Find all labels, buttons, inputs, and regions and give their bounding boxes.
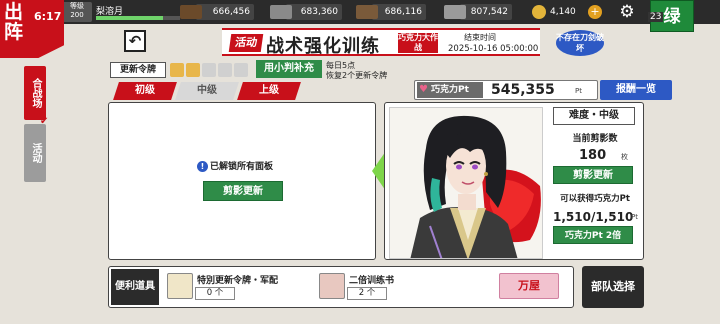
item-name: 二倍训练书 [349, 276, 395, 286]
unlock-message: ! 已解锁所有面板 [197, 159, 273, 172]
token-full-icon [186, 63, 200, 77]
tools-bar: 便利道具 特別更新令牌・军配 0 个 二倍训练书 2 个 万屋 [108, 266, 574, 308]
event-subtitle: 巧克力大作战 [398, 33, 438, 53]
item-qty: 2 个 [347, 287, 387, 300]
tab-beginner[interactable]: 初级 [113, 82, 177, 100]
refill-token-button[interactable]: 用小判补充 [256, 60, 322, 78]
resource-steel: 683,360 [270, 4, 342, 20]
token-label: 更新令牌 [110, 62, 166, 78]
war-fan-token-icon [167, 273, 193, 299]
item-double-book[interactable]: 二倍训练书 2 个 [319, 271, 429, 303]
resource-value: 686,116 [384, 7, 422, 17]
tab-label: 上级 [259, 85, 279, 96]
coolant-icon [356, 5, 378, 19]
resource-coolant: 686,116 [356, 4, 426, 20]
current-silhouette-row: 180 枚 [549, 148, 641, 164]
token-icons [170, 62, 252, 78]
panel-board: ! 已解锁所有面板 剪影更新 [108, 102, 376, 260]
end-time-value: 2025-10-16 05:00:00 [448, 44, 539, 54]
character-portrait [389, 107, 543, 259]
panel-info: 难度・中级 当前剪影数 180 枚 剪影更新 可以获得巧克力Pt 1,510/1… [549, 107, 641, 244]
add-coin-icon[interactable]: + [588, 5, 602, 19]
item-qty: 0 个 [195, 287, 235, 300]
reward-list-button[interactable]: 报酬一览 [600, 80, 672, 100]
difficulty-label: 难度・中级 [553, 107, 635, 125]
choco-value: 545,355 [491, 82, 555, 98]
side-tab-event[interactable]: 活动 [24, 124, 46, 182]
event-title: 战术强化训练 [266, 36, 380, 57]
double-points-button[interactable]: 巧克力Pt 2倍 [553, 226, 633, 244]
silhouette-update-button-2[interactable]: 剪影更新 [553, 166, 633, 184]
no-sword-break-badge: 不存在刀剑破坏 [556, 30, 604, 56]
training-book-icon [319, 273, 345, 299]
resource-value: 666,456 [212, 7, 250, 17]
current-silhouette-value: 180 [579, 148, 607, 163]
side-tab-battlefield[interactable]: 合战场 [24, 66, 46, 120]
settings-gear-icon[interactable]: ⚙ [616, 2, 638, 22]
tab-label: 中级 [197, 85, 217, 96]
tab-label: 初级 [135, 85, 155, 96]
obtainable-points-row: 1,510/1,510 Pt [549, 210, 641, 224]
exp-bar-fill [96, 16, 164, 20]
notification-count: 23 [648, 12, 664, 22]
choco-label: ♥ 巧克力Pt [417, 82, 483, 98]
player-info: 等级 200 梨溶月 [62, 2, 180, 22]
current-silhouette-unit: 枚 [621, 153, 628, 161]
sortie-badge: 出阵 6:17 [0, 0, 64, 58]
player-level-value: 200 [70, 11, 84, 19]
steel-icon [270, 5, 292, 19]
heart-icon: ♥ [419, 84, 428, 95]
shop-button[interactable]: 万屋 [499, 273, 559, 299]
coin-display: 4,140 + [532, 4, 622, 20]
character-illustration [410, 115, 541, 258]
event-banner: 活动 战术强化训练 巧克力大作战 结束时间 2025-10-16 05:00:0… [222, 28, 540, 57]
resource-whetstone: 807,542 [444, 4, 512, 20]
exp-bar [96, 16, 180, 20]
tab-intermediate[interactable]: 中级 [175, 82, 239, 100]
item-name: 特別更新令牌・军配 [197, 276, 279, 286]
choco-unit: Pt [575, 87, 582, 95]
charcoal-icon [180, 5, 202, 19]
token-empty-icon [202, 63, 216, 77]
back-arrow-icon: ↶ [128, 32, 142, 50]
obtainable-points-value: 1,510/1,510 [553, 210, 634, 224]
info-icon: ! [197, 161, 208, 172]
whetstone-icon [444, 5, 466, 19]
choco-points: ♥ 巧克力Pt 545,355 Pt [414, 80, 598, 100]
current-silhouette-label: 当前剪影数 [572, 134, 618, 144]
token-info-line2: 恢复2个更新令牌 [326, 71, 388, 80]
choco-label-text: 巧克力Pt [431, 85, 469, 95]
back-button[interactable]: ↶ [124, 30, 146, 52]
obtainable-points-unit: Pt [631, 213, 638, 221]
resource-value: 807,542 [470, 7, 508, 17]
team-select-button[interactable]: 部队选择 [582, 266, 644, 308]
player-level-label: 等级 [70, 2, 84, 10]
resource-value: 683,360 [300, 7, 338, 17]
token-empty-icon [234, 63, 248, 77]
character-panel: 难度・中级 当前剪影数 180 枚 剪影更新 可以获得巧克力Pt 1,510/1… [384, 102, 644, 260]
obtainable-points-label: 可以获得巧克力Pt [560, 194, 630, 204]
coin-icon [532, 5, 546, 19]
player-level: 等级 200 [62, 2, 92, 22]
resource-charcoal: 666,456 [180, 4, 254, 20]
token-empty-icon [218, 63, 232, 77]
unlock-message-text: 已解锁所有面板 [210, 162, 274, 172]
tools-label: 便利道具 [111, 269, 159, 305]
coin-value: 4,140 [550, 7, 576, 17]
event-tag: 活动 [228, 34, 264, 52]
end-time-label: 结束时间 [464, 33, 496, 42]
clock-time: 6:17 [34, 10, 62, 23]
item-special-token[interactable]: 特別更新令牌・军配 0 个 [167, 271, 297, 303]
sortie-badge-text: 出阵 [4, 1, 24, 43]
token-full-icon [170, 63, 184, 77]
tab-advanced[interactable]: 上级 [237, 82, 301, 100]
silhouette-update-button[interactable]: 剪影更新 [203, 181, 283, 201]
